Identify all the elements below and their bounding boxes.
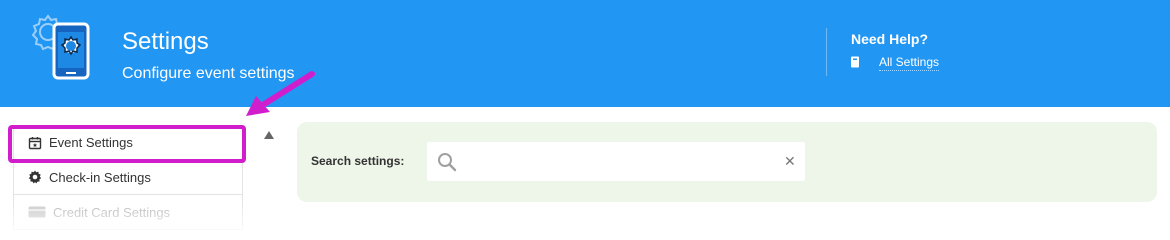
sidebar-item-label: Event Settings — [49, 135, 133, 150]
phone-settings-icon — [31, 14, 90, 80]
page-subtitle: Configure event settings — [122, 65, 295, 82]
page-title: Settings — [122, 28, 209, 55]
all-settings-link[interactable]: All Settings — [879, 55, 940, 71]
scroll-up-arrow[interactable] — [264, 131, 274, 139]
credit-card-icon — [28, 205, 46, 219]
page-header: Settings Configure event settings Need H… — [0, 0, 1170, 107]
gear-icon — [28, 170, 42, 184]
sidebar-item-checkin-settings[interactable]: Check-in Settings — [13, 160, 243, 195]
sidebar-item-event-settings[interactable]: Event Settings — [13, 125, 243, 160]
search-box: ✕ — [427, 142, 805, 181]
book-icon — [851, 56, 859, 68]
settings-sidebar: Event Settings Check-in Settings Credit … — [13, 125, 243, 230]
header-divider — [826, 28, 827, 76]
search-panel: Search settings: ✕ — [297, 122, 1157, 202]
sidebar-item-label: Credit Card Settings — [53, 204, 171, 220]
calendar-icon — [28, 136, 42, 150]
clear-icon[interactable]: ✕ — [784, 153, 796, 170]
search-input[interactable] — [465, 150, 775, 172]
sidebar-item-label: Check-in Settings — [49, 169, 151, 185]
search-icon — [438, 153, 457, 172]
sidebar-item-credit-card-settings[interactable]: Credit Card Settings — [13, 195, 243, 230]
help-title: Need Help? — [851, 31, 929, 47]
search-label: Search settings: — [311, 154, 405, 168]
